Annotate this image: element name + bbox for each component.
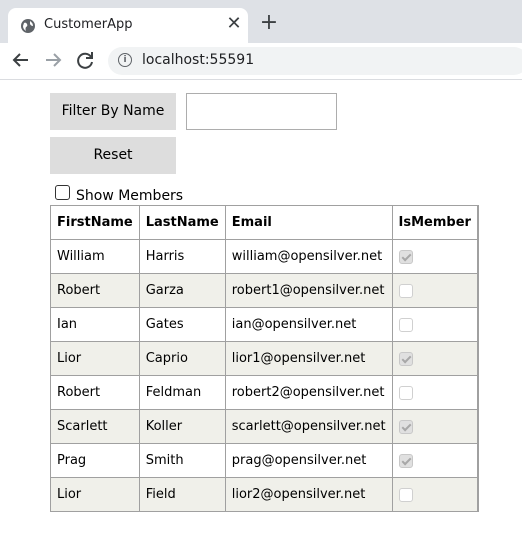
- tab-strip: CustomerApp ✕ +: [0, 0, 522, 43]
- header-email[interactable]: Email: [224, 205, 393, 240]
- cell-lastname[interactable]: Smith: [138, 443, 226, 478]
- cell-ismember[interactable]: [391, 273, 478, 308]
- close-tab-icon[interactable]: ✕: [224, 14, 244, 34]
- table-row[interactable]: Prag Smith prag@opensilver.net: [50, 443, 479, 478]
- cell-lastname[interactable]: Koller: [138, 409, 226, 444]
- table-row[interactable]: Lior Field lior2@opensilver.net: [50, 477, 479, 512]
- app-content: Filter By Name Reset Show Members FirstN…: [0, 80, 522, 549]
- url-text[interactable]: localhost:55591: [142, 52, 254, 68]
- show-members-checkbox[interactable]: [55, 185, 70, 200]
- cell-lastname[interactable]: Field: [138, 477, 226, 512]
- name-filter-input[interactable]: [186, 93, 337, 130]
- cell-ismember[interactable]: [391, 239, 478, 274]
- cell-email[interactable]: william@opensilver.net: [224, 239, 393, 274]
- reset-button[interactable]: Reset: [50, 137, 176, 174]
- browser-tab[interactable]: CustomerApp ✕: [8, 8, 248, 43]
- ismember-checkbox[interactable]: [398, 453, 413, 468]
- table-row[interactable]: William Harris william@opensilver.net: [50, 239, 479, 274]
- cell-filler: [476, 307, 479, 342]
- cell-ismember[interactable]: [391, 375, 478, 410]
- table-row[interactable]: Scarlett Koller scarlett@opensilver.net: [50, 409, 479, 444]
- cell-lastname[interactable]: Harris: [138, 239, 226, 274]
- table-row[interactable]: Robert Garza robert1@opensilver.net: [50, 273, 479, 308]
- cell-lastname[interactable]: Feldman: [138, 375, 226, 410]
- cell-firstname[interactable]: Scarlett: [50, 409, 140, 444]
- globe-icon: [21, 19, 35, 33]
- reload-icon[interactable]: [74, 49, 96, 71]
- ismember-checkbox[interactable]: [398, 351, 413, 366]
- cell-email[interactable]: robert1@opensilver.net: [224, 273, 393, 308]
- cell-firstname[interactable]: William: [50, 239, 140, 274]
- cell-filler: [476, 341, 479, 376]
- table-row[interactable]: Ian Gates ian@opensilver.net: [50, 307, 479, 342]
- browser-toolbar: i localhost:55591: [0, 43, 522, 80]
- ismember-checkbox[interactable]: [398, 283, 413, 298]
- cell-firstname[interactable]: Lior: [50, 341, 140, 376]
- back-arrow-icon[interactable]: [10, 49, 32, 71]
- header-filler: [476, 205, 479, 240]
- info-icon[interactable]: i: [118, 53, 132, 67]
- new-tab-icon[interactable]: +: [258, 12, 280, 34]
- cell-email[interactable]: lior1@opensilver.net: [224, 341, 393, 376]
- cell-filler: [476, 409, 479, 444]
- cell-email[interactable]: lior2@opensilver.net: [224, 477, 393, 512]
- cell-email[interactable]: robert2@opensilver.net: [224, 375, 393, 410]
- cell-filler: [476, 375, 479, 410]
- cell-ismember[interactable]: [391, 409, 478, 444]
- tab-title: CustomerApp: [44, 17, 133, 32]
- cell-ismember[interactable]: [391, 341, 478, 376]
- cell-firstname[interactable]: Lior: [50, 477, 140, 512]
- ismember-checkbox[interactable]: [398, 249, 413, 264]
- cell-lastname[interactable]: Caprio: [138, 341, 226, 376]
- cell-email[interactable]: scarlett@opensilver.net: [224, 409, 393, 444]
- cell-firstname[interactable]: Prag: [50, 443, 140, 478]
- header-lastname[interactable]: LastName: [138, 205, 226, 240]
- address-bar[interactable]: i localhost:55591: [108, 47, 522, 75]
- cell-filler: [476, 443, 479, 478]
- cell-firstname[interactable]: Robert: [50, 273, 140, 308]
- cell-email[interactable]: prag@opensilver.net: [224, 443, 393, 478]
- table-row[interactable]: Lior Caprio lior1@opensilver.net: [50, 341, 479, 376]
- cell-email[interactable]: ian@opensilver.net: [224, 307, 393, 342]
- show-members-label: Show Members: [76, 188, 184, 204]
- table-row[interactable]: Robert Feldman robert2@opensilver.net: [50, 375, 479, 410]
- customer-grid: FirstName LastName Email IsMember Willia…: [50, 205, 479, 512]
- cell-ismember[interactable]: [391, 443, 478, 478]
- ismember-checkbox[interactable]: [398, 487, 413, 502]
- cell-lastname[interactable]: Garza: [138, 273, 226, 308]
- header-ismember[interactable]: IsMember: [391, 205, 478, 240]
- header-firstname[interactable]: FirstName: [50, 205, 140, 240]
- ismember-checkbox[interactable]: [398, 317, 413, 332]
- cell-lastname[interactable]: Gates: [138, 307, 226, 342]
- cell-ismember[interactable]: [391, 477, 478, 512]
- cell-firstname[interactable]: Robert: [50, 375, 140, 410]
- cell-firstname[interactable]: Ian: [50, 307, 140, 342]
- cell-ismember[interactable]: [391, 307, 478, 342]
- grid-header-row: FirstName LastName Email IsMember: [50, 205, 479, 240]
- ismember-checkbox[interactable]: [398, 385, 413, 400]
- filter-by-name-button[interactable]: Filter By Name: [50, 93, 176, 130]
- cell-filler: [476, 273, 479, 308]
- ismember-checkbox[interactable]: [398, 419, 413, 434]
- forward-arrow-icon[interactable]: [42, 49, 64, 71]
- cell-filler: [476, 239, 479, 274]
- cell-filler: [476, 477, 479, 512]
